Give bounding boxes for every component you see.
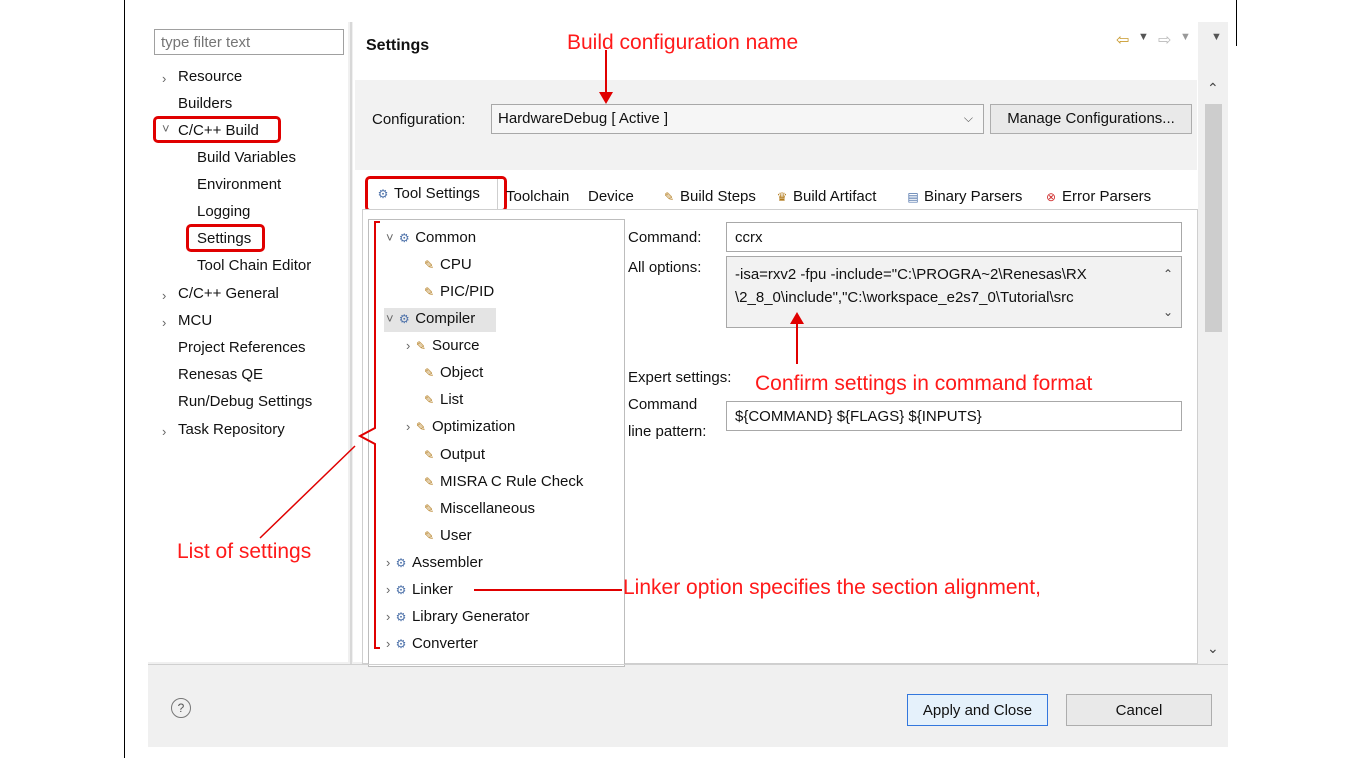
annotation-lines <box>259 50 804 649</box>
list-pointer <box>259 445 356 539</box>
arrow-head-confirm <box>790 312 804 324</box>
arrow-head-build-config <box>599 92 613 104</box>
list-bracket <box>357 221 380 649</box>
